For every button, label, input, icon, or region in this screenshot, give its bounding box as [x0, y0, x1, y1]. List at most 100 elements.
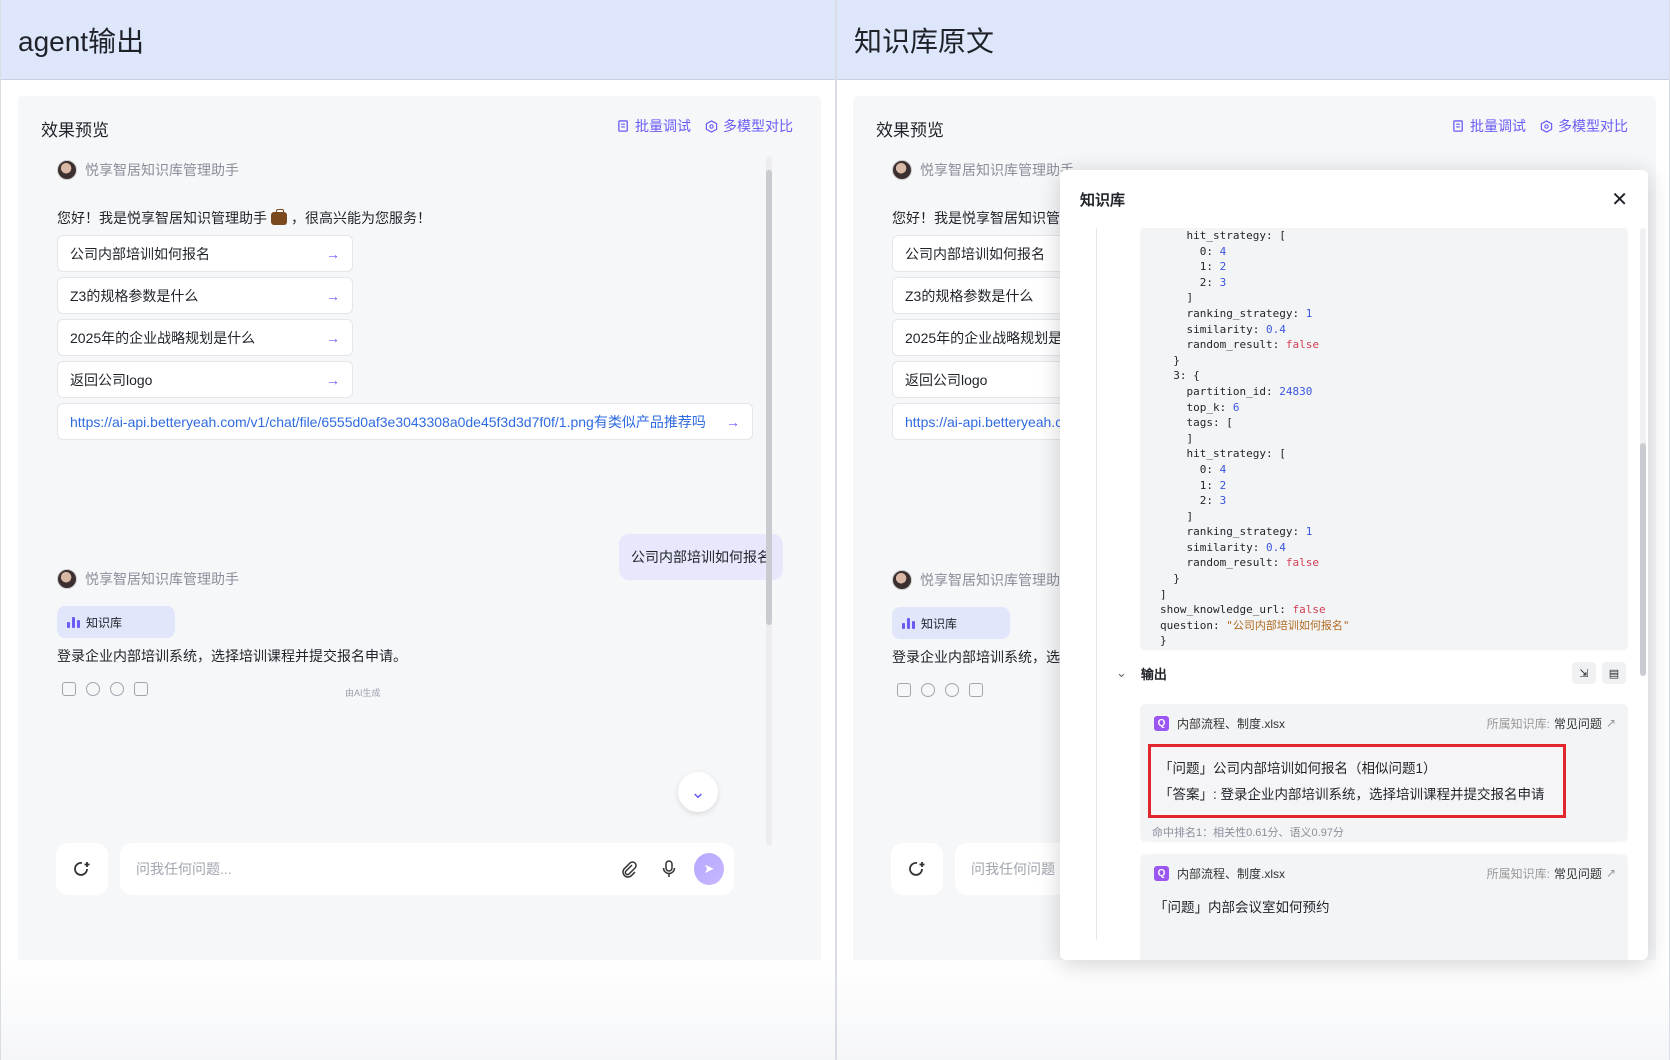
avatar — [892, 570, 912, 590]
result-rank: 命中排名1：相关性0.61分、语义0.97分 — [1152, 827, 1344, 839]
bot-name: 悦享智居知识库管理助手 — [920, 162, 1074, 178]
result-kb-name: 常见问题 — [1553, 866, 1602, 881]
play-icon[interactable] — [110, 682, 124, 696]
result-card-header: Q 内部流程、制度.xlsx 所属知识库: 常见问题 ↗ — [1140, 704, 1628, 742]
suggestion-label: 公司内部培训如何报名 — [70, 245, 210, 262]
chat-composer: ➤ — [120, 843, 734, 895]
code-line: 1: 2 — [1160, 478, 1227, 492]
multi-model-label: 多模型对比 — [1558, 118, 1628, 134]
send-button[interactable]: ➤ — [694, 853, 724, 885]
preview-title: 效果预览 — [41, 121, 109, 140]
kb-chip-label: 知识库 — [86, 615, 123, 630]
document-icon[interactable]: ▤ — [1602, 662, 1626, 684]
new-chat-button[interactable] — [891, 843, 943, 895]
suggestion-item[interactable]: 2025年的企业战略规划是什么 → — [57, 319, 353, 356]
suggestion-link-label: https://ai-api.betteryeah.com/v1/chat/fi… — [70, 413, 706, 430]
json-code-block: hit_strategy: [ 0: 4 1: 2 2: 3 ] ranking… — [1140, 228, 1628, 650]
code-line: question: "公司内部培训如何报名" — [1160, 618, 1350, 632]
code-line: } — [1160, 572, 1180, 586]
result-file-name: 内部流程、制度.xlsx — [1177, 866, 1286, 881]
copy-icon[interactable] — [62, 682, 76, 696]
ai-generated-note: 由AI生成 — [345, 688, 381, 698]
dislike-icon[interactable] — [969, 683, 983, 697]
highlighted-result: 「问题」公司内部培训如何报名（相似问题1） 「答案」: 登录企业内部培训系统，选… — [1148, 744, 1566, 818]
batch-icon — [1453, 119, 1463, 132]
kb-chip-label: 知识库 — [921, 616, 958, 631]
result-answer: 「答案」: 登录企业内部培训系统，选择培训课程并提交报名申请 — [1159, 787, 1545, 802]
batch-debug-label: 批量调试 — [635, 118, 691, 134]
dislike-icon[interactable] — [134, 682, 148, 696]
greeting-message: 您好！我是悦享智居知识管理助手 ，很高兴能为您服务！ — [57, 208, 431, 228]
chevron-down-icon[interactable]: ⌄ — [1116, 665, 1127, 681]
code-line: } — [1160, 353, 1180, 367]
code-line: tags: [ — [1160, 416, 1233, 430]
preview-actions: 批量调试 多模型对比 — [1452, 116, 1628, 136]
bot-header: 悦享智居知识库管理助手 — [892, 570, 1074, 590]
suggestion-item[interactable]: 返回公司logo → — [57, 361, 353, 398]
knowledge-base-chip[interactable]: 知识库 — [892, 607, 1010, 639]
batch-debug-label: 批量调试 — [1470, 118, 1526, 134]
code-line: ] — [1160, 291, 1194, 305]
batch-debug-button[interactable]: 批量调试 — [617, 116, 691, 136]
avatar — [57, 160, 77, 180]
result-file-name: 内部流程、制度.xlsx — [1177, 716, 1286, 731]
suggestion-link[interactable]: https://ai-api.betteryeah.com/v1/chat/fi… — [57, 403, 753, 440]
modal-scrollbar[interactable] — [1640, 228, 1646, 676]
suggestion-label: 返回公司logo — [905, 371, 988, 388]
bot-name: 悦享智居知识库管理助手 — [920, 572, 1074, 588]
multi-model-button[interactable]: 多模型对比 — [1540, 116, 1628, 136]
code-line: 0: 4 — [1160, 244, 1227, 258]
chat-input[interactable] — [136, 861, 604, 877]
agent-output-panel: agent输出 效果预览 批量调试 多模型对比 悦享智居知识库管理助手 您好！我… — [0, 0, 836, 1060]
panel-header: 知识库原文 — [837, 0, 1669, 80]
batch-debug-button[interactable]: 批量调试 — [1452, 116, 1526, 136]
code-line: 3: { — [1160, 369, 1200, 383]
code-line: ranking_strategy: 1 — [1160, 306, 1313, 320]
new-chat-button[interactable] — [56, 843, 108, 895]
external-link-icon[interactable]: ↗ — [1606, 866, 1616, 880]
microphone-icon[interactable] — [654, 854, 684, 884]
code-line: } — [1160, 634, 1167, 648]
chevrons-down-icon: ⌄ — [690, 781, 706, 802]
result-kb-label: 所属知识库: — [1486, 716, 1550, 731]
arrow-right-icon: → — [326, 329, 340, 346]
result-card-header: Q 内部流程、制度.xlsx 所属知识库: 常见问题 ↗ — [1140, 854, 1628, 892]
suggestion-link-label: https://ai-api.betteryeah.c — [905, 413, 1063, 430]
play-icon[interactable] — [945, 683, 959, 697]
send-icon: ➤ — [694, 853, 724, 885]
code-line: 2: 3 — [1160, 494, 1227, 508]
code-line: ] — [1160, 431, 1194, 445]
bot-header: 悦享智居知识库管理助手 — [892, 160, 1074, 180]
attachment-icon[interactable] — [614, 854, 644, 884]
message-tools — [897, 683, 983, 697]
user-message: 公司内部培训如何报名 — [619, 534, 783, 580]
expand-icon[interactable]: ⇲ — [1572, 662, 1596, 684]
suggestion-label: 2025年的企业战略规划是什么 — [70, 329, 256, 346]
code-line: 2: 3 — [1160, 275, 1227, 289]
code-line: 0: 4 — [1160, 462, 1227, 476]
arrow-right-icon: → — [726, 413, 740, 430]
external-link-icon[interactable]: ↗ — [1606, 716, 1616, 730]
suggestion-item[interactable]: Z3的规格参数是什么 → — [57, 277, 353, 314]
cube-icon — [1540, 119, 1553, 133]
code-line: ranking_strategy: 1 — [1160, 525, 1313, 539]
scroll-to-bottom-button[interactable]: ⌄ — [678, 772, 718, 812]
multi-model-button[interactable]: 多模型对比 — [705, 116, 793, 136]
regenerate-icon[interactable] — [86, 682, 100, 696]
close-icon[interactable]: ✕ — [1611, 187, 1628, 212]
preview-title: 效果预览 — [876, 121, 944, 140]
bot-name: 悦享智居知识库管理助手 — [85, 162, 239, 178]
copy-icon[interactable] — [897, 683, 911, 697]
code-line: ] — [1160, 587, 1167, 601]
code-line: partition_id: 24830 — [1160, 384, 1313, 398]
suggestion-label: 公司内部培训如何报名 — [905, 245, 1045, 262]
result-kb-name: 常见问题 — [1553, 716, 1602, 731]
arrow-right-icon: → — [326, 287, 340, 304]
scrollbar[interactable] — [766, 156, 772, 846]
code-line: random_result: false — [1160, 338, 1319, 352]
suggestion-item[interactable]: 公司内部培训如何报名 → — [57, 235, 353, 272]
knowledge-base-chip[interactable]: 知识库 — [57, 606, 175, 638]
preview-actions: 批量调试 多模型对比 — [617, 116, 793, 136]
regenerate-icon[interactable] — [921, 683, 935, 697]
result-kb-label: 所属知识库: — [1486, 866, 1550, 881]
